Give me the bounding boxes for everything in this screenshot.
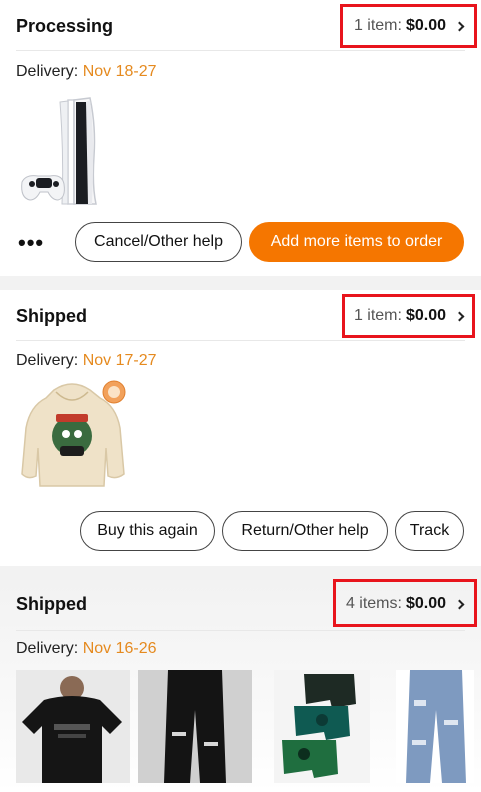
buy-again-button[interactable]: Buy this again: [80, 511, 215, 551]
delivery-date: Nov 18-27: [82, 63, 157, 80]
order-card-shipped-multi: Shipped 4 items: $0.00 Delivery: Nov 16-…: [0, 579, 481, 792]
product-image-blue-distressed-jeans[interactable]: [396, 670, 474, 783]
divider: [16, 340, 465, 341]
more-options-icon[interactable]: •••: [18, 230, 44, 256]
product-image-game-console[interactable]: [16, 96, 130, 208]
highlight-box: [340, 4, 477, 48]
cancel-other-help-button[interactable]: Cancel/Other help: [75, 222, 242, 262]
delivery-info: Delivery: Nov 16-26: [16, 640, 157, 658]
track-button[interactable]: Track: [395, 511, 464, 551]
product-image-black-ripped-jeans[interactable]: [138, 670, 252, 783]
highlight-box: [342, 294, 475, 338]
delivery-label: Delivery:: [16, 640, 79, 657]
return-other-help-button[interactable]: Return/Other help: [222, 511, 388, 551]
order-status: Processing: [16, 16, 114, 36]
order-status: Shipped: [16, 594, 87, 614]
delivery-date: Nov 17-27: [82, 352, 157, 369]
add-more-items-button[interactable]: Add more items to order: [249, 222, 464, 262]
divider: [16, 50, 465, 51]
order-card-processing: Processing 1 item: $0.00 Delivery: Nov 1…: [0, 0, 481, 276]
product-image-hoodie[interactable]: [16, 378, 130, 492]
delivery-date: Nov 16-26: [82, 640, 157, 657]
divider: [16, 630, 465, 631]
product-image-black-tshirt[interactable]: [16, 670, 130, 783]
product-image-boxer-briefs[interactable]: [274, 670, 370, 783]
delivery-label: Delivery:: [16, 63, 79, 80]
delivery-label: Delivery:: [16, 352, 79, 369]
order-card-shipped: Shipped 1 item: $0.00 Delivery: Nov 17-2…: [0, 290, 481, 566]
highlight-box: [333, 579, 477, 627]
delivery-info: Delivery: Nov 18-27: [16, 63, 157, 81]
delivery-info: Delivery: Nov 17-27: [16, 352, 157, 370]
order-status: Shipped: [16, 306, 87, 326]
